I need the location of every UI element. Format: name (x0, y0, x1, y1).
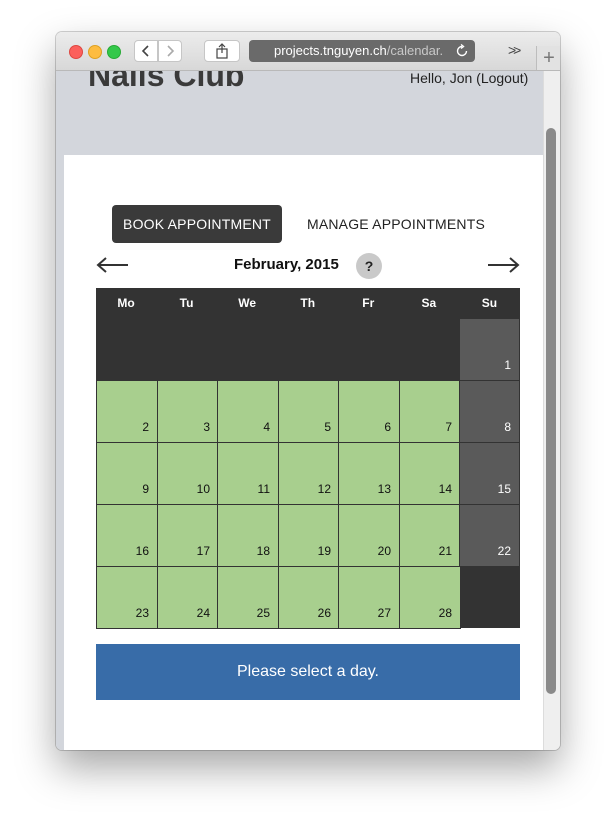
day-number: 12 (317, 482, 331, 496)
day-number: 27 (377, 606, 391, 620)
calendar-day[interactable]: 12 (278, 442, 340, 505)
day-number: 21 (438, 544, 452, 558)
url-path: /calendar. (386, 43, 444, 58)
chevron-right-icon (167, 45, 175, 57)
calendar-day[interactable]: 6 (338, 380, 400, 443)
day-number: 24 (196, 606, 210, 620)
calendar-day[interactable]: 7 (399, 380, 461, 443)
calendar-day-unavailable: 15 (459, 442, 520, 505)
day-number: 1 (504, 358, 511, 372)
forward-button[interactable] (158, 40, 182, 62)
calendar-day[interactable]: 5 (278, 380, 340, 443)
calendar-day[interactable]: 3 (157, 380, 219, 443)
day-number: 26 (317, 606, 331, 620)
toolbar-overflow-icon[interactable]: >> (508, 42, 521, 58)
tab-book-appointment[interactable]: Book Appointment (112, 205, 282, 243)
calendar-day[interactable]: 27 (338, 566, 400, 629)
day-number: 23 (135, 606, 149, 620)
calendar-day[interactable]: 28 (399, 566, 461, 629)
calendar-day[interactable]: 13 (338, 442, 400, 505)
weekday-header: Sa (421, 296, 437, 310)
day-number: 7 (445, 420, 452, 434)
weekday-header: Su (481, 296, 498, 310)
browser-toolbar: projects.tnguyen.ch/calendar. >> + (56, 32, 560, 71)
calendar-day[interactable]: 20 (338, 504, 400, 567)
day-number: 2 (142, 420, 149, 434)
close-window-button[interactable] (69, 45, 83, 59)
minimize-window-button[interactable] (88, 45, 102, 59)
greeting-text: Hello, (410, 71, 450, 86)
address-bar[interactable]: projects.tnguyen.ch/calendar. (249, 40, 475, 62)
day-number: 19 (317, 544, 331, 558)
day-number: 28 (438, 606, 452, 620)
chevron-left-icon (141, 45, 149, 57)
calendar-day[interactable]: 21 (399, 504, 461, 567)
calendar-day[interactable]: 23 (96, 566, 158, 629)
calendar-day[interactable]: 24 (157, 566, 219, 629)
weekday-header: Fr (362, 296, 375, 310)
previous-month-arrow-icon[interactable] (96, 255, 130, 275)
day-number: 16 (135, 544, 149, 558)
weekday-header: Tu (179, 296, 194, 310)
day-number: 8 (504, 420, 511, 434)
calendar-day[interactable]: 26 (278, 566, 340, 629)
new-tab-button[interactable]: + (536, 46, 560, 70)
calendar-day[interactable]: 16 (96, 504, 158, 567)
zoom-window-button[interactable] (107, 45, 121, 59)
calendar-day-unavailable: 8 (459, 380, 520, 443)
day-number: 15 (497, 482, 511, 496)
calendar-day[interactable]: 14 (399, 442, 461, 505)
weekday-header: We (238, 296, 257, 310)
day-number: 6 (384, 420, 391, 434)
user-name: Jon (449, 71, 473, 86)
day-number: 22 (497, 544, 511, 558)
logout-link[interactable]: (Logout) (476, 71, 528, 86)
calendar-day-unavailable: 22 (459, 504, 520, 567)
calendar-day[interactable]: 10 (157, 442, 219, 505)
share-button[interactable] (204, 40, 240, 62)
day-number: 25 (256, 606, 270, 620)
tab-manage-appointments[interactable]: Manage Appointments (304, 205, 488, 243)
weekday-header: Mo (117, 296, 135, 310)
calendar-day[interactable]: 11 (217, 442, 279, 505)
next-month-arrow-icon[interactable] (486, 255, 520, 275)
day-number: 11 (257, 482, 270, 496)
calendar-day[interactable]: 2 (96, 380, 158, 443)
back-button[interactable] (134, 40, 158, 62)
user-greeting: Hello, Jon (Logout) (410, 71, 528, 86)
booking-panel: Book Appointment Manage Appointments Feb… (64, 155, 544, 750)
reload-icon[interactable] (455, 44, 469, 58)
help-button[interactable]: ? (356, 253, 382, 279)
url-host: projects.tnguyen.ch (274, 43, 387, 58)
calendar-day[interactable]: 19 (278, 504, 340, 567)
day-number: 18 (256, 544, 270, 558)
select-day-notice: Please select a day. (96, 644, 520, 700)
day-number: 10 (196, 482, 210, 496)
scrollbar-thumb[interactable] (546, 128, 556, 694)
day-number: 5 (324, 420, 331, 434)
day-number: 17 (196, 544, 210, 558)
calendar-grid: Mo Tu We Th Fr Sa Su 1 2 3 4 5 6 7 8 9 10 11 12 13 14 15 16 17 1… (96, 288, 520, 629)
address-text: projects.tnguyen.ch/calendar. (274, 40, 449, 62)
calendar-day[interactable]: 9 (96, 442, 158, 505)
calendar-day[interactable]: 4 (217, 380, 279, 443)
calendar-day[interactable]: 25 (217, 566, 279, 629)
day-number: 13 (377, 482, 391, 496)
site-title: Nails Club (88, 71, 245, 93)
day-number: 4 (263, 420, 270, 434)
day-number: 3 (203, 420, 210, 434)
browser-window: projects.tnguyen.ch/calendar. >> + Nails… (56, 32, 560, 750)
calendar-day-unavailable: 1 (459, 318, 520, 381)
month-title: February, 2015 (234, 256, 339, 273)
web-page: Nails Club Hello, Jon (Logout) Book Appo… (56, 71, 560, 750)
day-number: 9 (142, 482, 149, 496)
day-number: 14 (438, 482, 452, 496)
weekday-header: Th (300, 296, 316, 310)
calendar-day[interactable]: 17 (157, 504, 219, 567)
share-icon (216, 43, 228, 59)
day-number: 20 (377, 544, 391, 558)
calendar-day[interactable]: 18 (217, 504, 279, 567)
